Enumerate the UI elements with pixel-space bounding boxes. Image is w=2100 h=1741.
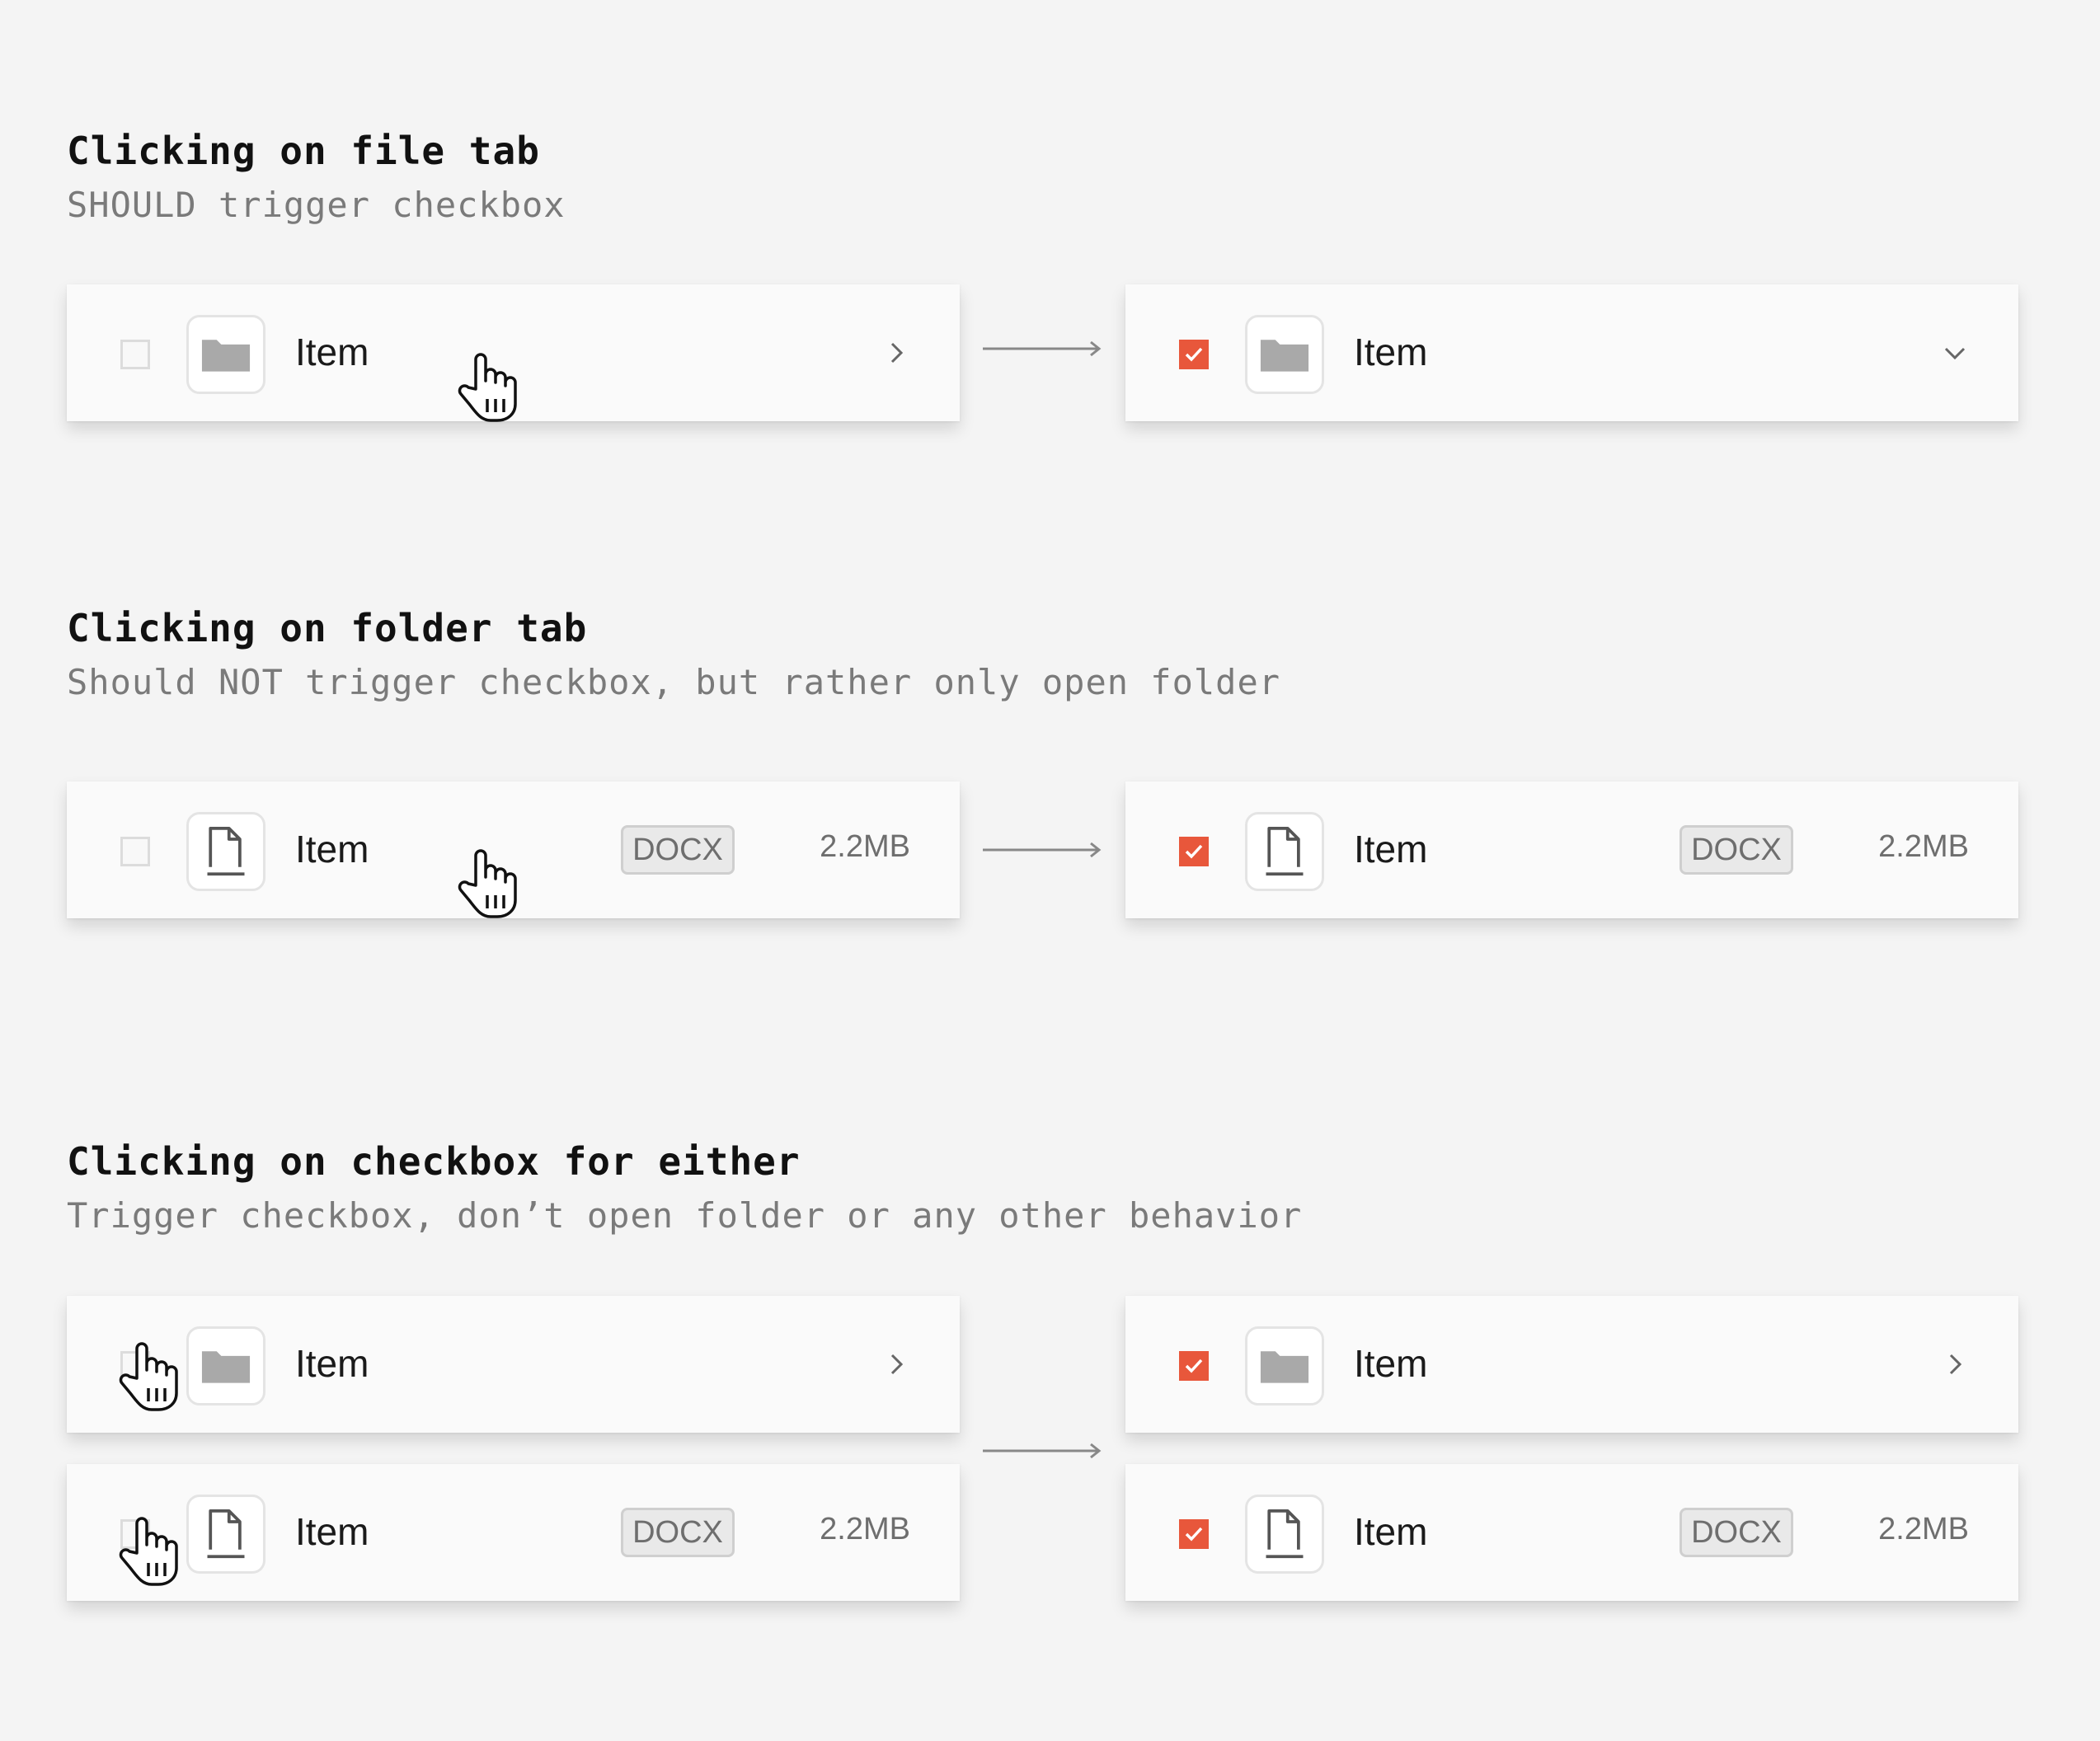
chevron-down-icon[interactable] <box>1937 335 1973 371</box>
hand-pointer-icon <box>458 849 517 918</box>
file-type-badge: DOCX <box>1680 825 1793 875</box>
section-subtitle: Trigger checkbox, don’t open folder or a… <box>67 1195 1303 1236</box>
chevron-right-icon[interactable] <box>1937 1346 1973 1382</box>
folder-icon <box>186 1326 265 1405</box>
list-item-folder[interactable]: Item <box>67 1296 960 1433</box>
folder-icon <box>186 315 265 394</box>
chevron-right-icon[interactable] <box>878 1346 914 1382</box>
checkbox[interactable] <box>1179 837 1209 866</box>
checkbox[interactable] <box>1179 1519 1209 1549</box>
file-type-badge: DOCX <box>621 825 735 875</box>
file-size: 2.2MB <box>1878 829 1969 864</box>
arrow-right-icon <box>983 1443 1102 1459</box>
item-label: Item <box>1354 1510 1428 1553</box>
file-type-badge: DOCX <box>621 1508 735 1557</box>
section-title: Clicking on folder tab <box>67 606 588 650</box>
item-label: Item <box>1354 1342 1428 1385</box>
checkbox[interactable] <box>120 837 150 866</box>
list-item-folder[interactable]: Item <box>1125 284 2018 421</box>
folder-icon <box>1245 315 1324 394</box>
file-icon <box>1245 1495 1324 1574</box>
file-size: 2.2MB <box>1878 1512 1969 1546</box>
item-label: Item <box>295 1342 369 1385</box>
check-icon <box>1185 1359 1203 1373</box>
item-label: Item <box>295 331 369 373</box>
file-size: 2.2MB <box>820 1512 910 1546</box>
check-icon <box>1185 1527 1203 1542</box>
checkbox[interactable] <box>120 340 150 369</box>
list-item-file[interactable]: Item DOCX 2.2MB <box>1125 781 2018 918</box>
hand-pointer-icon <box>458 353 517 422</box>
checkbox[interactable] <box>1179 1351 1209 1381</box>
section-subtitle: SHOULD trigger checkbox <box>67 185 566 225</box>
hand-pointer-icon <box>119 1517 178 1586</box>
checkbox[interactable] <box>1179 340 1209 369</box>
item-label: Item <box>295 1510 369 1553</box>
section-title: Clicking on file tab <box>67 129 540 173</box>
arrow-right-icon <box>983 842 1102 858</box>
item-label: Item <box>1354 331 1428 373</box>
arrow-right-icon <box>983 340 1102 357</box>
section-title: Clicking on checkbox for either <box>67 1139 801 1184</box>
item-label: Item <box>1354 828 1428 870</box>
file-icon <box>1245 812 1324 891</box>
check-icon <box>1185 347 1203 362</box>
file-size: 2.2MB <box>820 829 910 864</box>
file-type-badge: DOCX <box>1680 1508 1793 1557</box>
list-item-folder[interactable]: Item <box>1125 1296 2018 1433</box>
file-icon <box>186 812 265 891</box>
item-label: Item <box>295 828 369 870</box>
chevron-right-icon[interactable] <box>878 335 914 371</box>
check-icon <box>1185 844 1203 859</box>
file-icon <box>186 1495 265 1574</box>
list-item-file[interactable]: Item DOCX 2.2MB <box>1125 1464 2018 1601</box>
list-item-file[interactable]: Item DOCX 2.2MB <box>67 1464 960 1601</box>
section-subtitle: Should NOT trigger checkbox, but rather … <box>67 662 1281 702</box>
folder-icon <box>1245 1326 1324 1405</box>
hand-pointer-icon <box>119 1342 178 1411</box>
